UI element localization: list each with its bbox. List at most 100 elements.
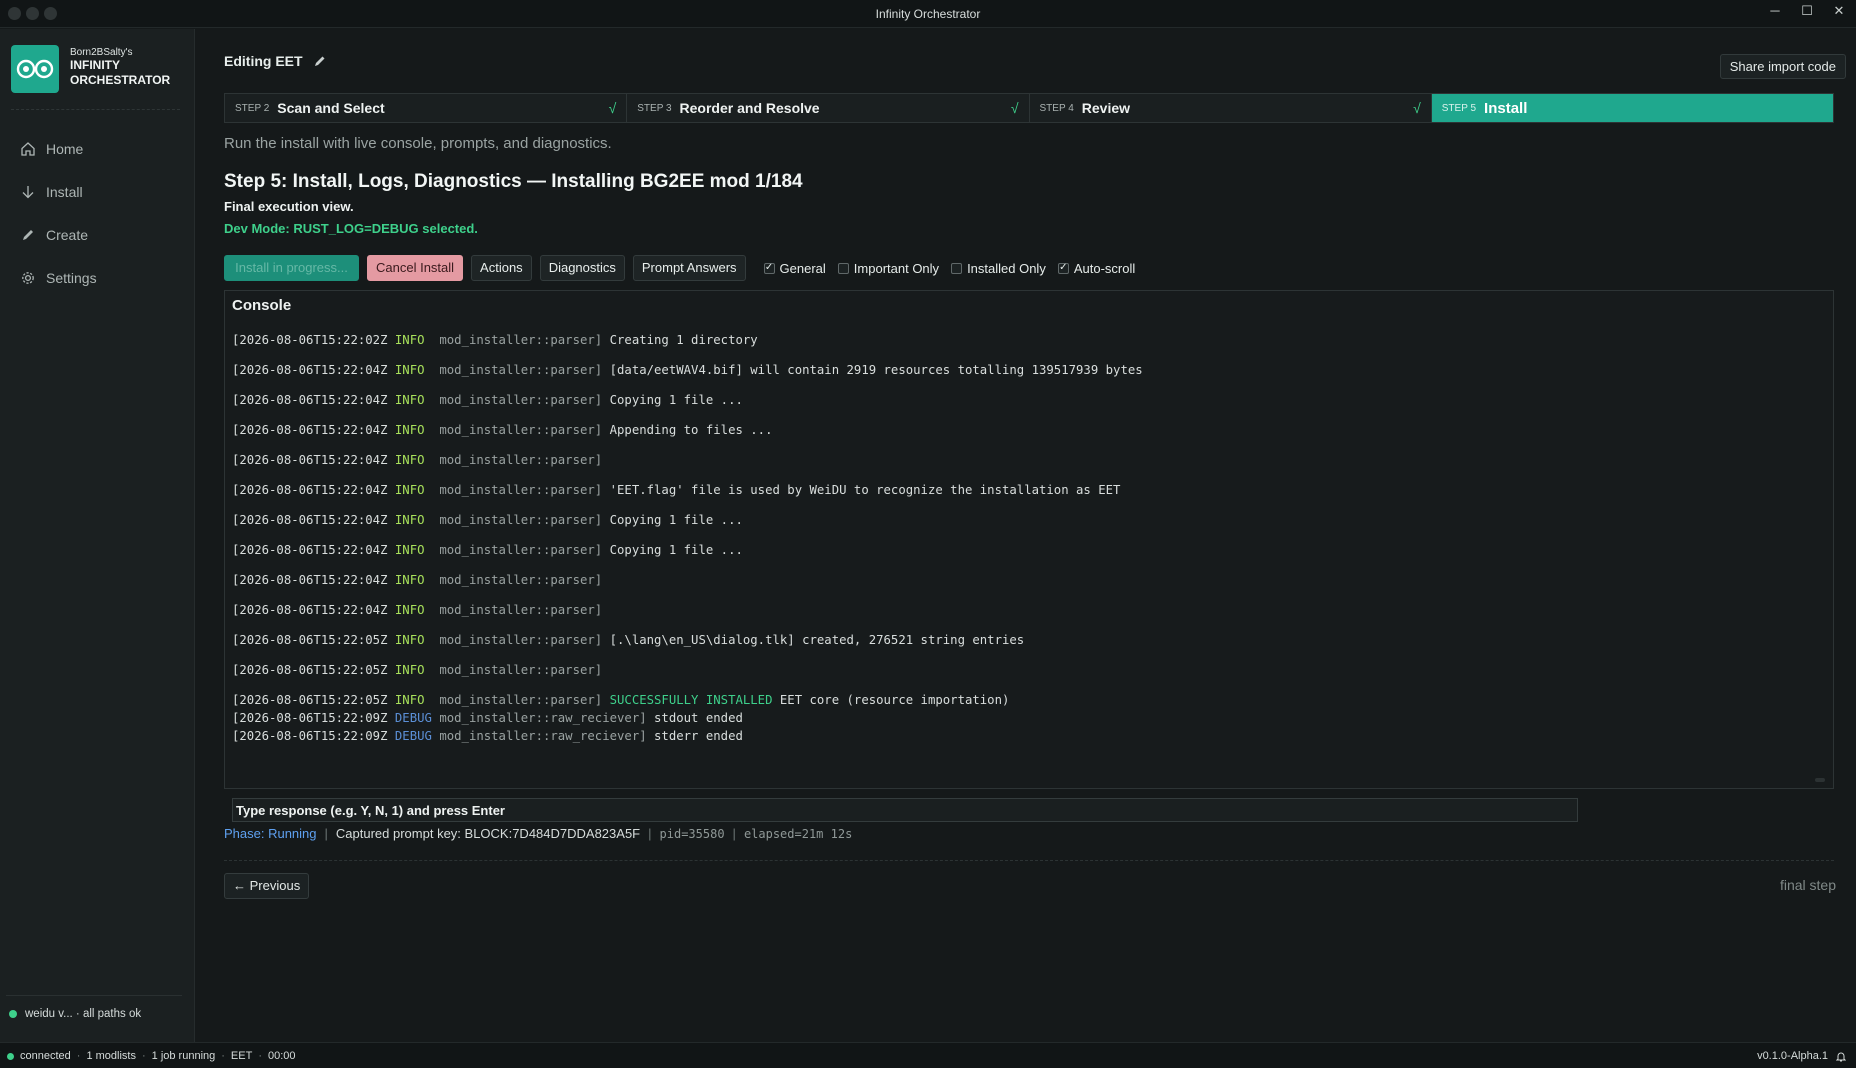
status-dot-icon xyxy=(9,1010,17,1018)
log-level: INFO xyxy=(394,513,425,527)
previous-button[interactable]: ← Previous xyxy=(224,873,310,899)
log-level: INFO xyxy=(394,453,425,467)
tab-step-5[interactable]: STEP 5 Install xyxy=(1431,94,1833,122)
final-step-label: final step xyxy=(1779,877,1836,893)
tab-step-2[interactable]: STEP 2 Scan and Select √ xyxy=(225,94,628,122)
log-line: [2026-08-06T15:22:04Z INFO mod_installer… xyxy=(232,361,1833,379)
sidebar-item-install[interactable]: Install xyxy=(20,170,97,213)
sidebar-item-create[interactable]: Create xyxy=(20,213,97,256)
log-level: DEBUG xyxy=(394,729,432,743)
log-message: stdout ended xyxy=(654,711,743,725)
log-timestamp: [2026-08-06T15:22:04Z xyxy=(232,423,388,437)
captured-prompt-key: Captured prompt key: BLOCK:7D484D7DDA823… xyxy=(335,826,641,841)
edit-pencil-icon[interactable] xyxy=(313,54,327,68)
check-icon: √ xyxy=(608,100,617,116)
page-title: Step 5: Install, Logs, Diagnostics — Ins… xyxy=(224,171,803,192)
log-timestamp: [2026-08-06T15:22:04Z xyxy=(232,573,388,587)
log-level: INFO xyxy=(394,423,425,437)
log-line: [2026-08-06T15:22:04Z INFO mod_installer… xyxy=(232,601,1833,619)
sidebar-item-home[interactable]: Home xyxy=(20,127,97,170)
log-timestamp: [2026-08-06T15:22:09Z xyxy=(232,711,388,725)
pencil-icon xyxy=(23,229,33,240)
prompt-answers-button[interactable]: Prompt Answers xyxy=(632,255,746,281)
check-icon: √ xyxy=(1413,100,1421,116)
filter-installed-only-checkbox[interactable]: Installed Only xyxy=(951,261,1046,276)
console-title: Console xyxy=(232,297,292,314)
actions-button[interactable]: Actions xyxy=(471,255,532,281)
log-module: mod_installer::parser] xyxy=(439,393,603,407)
log-timestamp: [2026-08-06T15:22:04Z xyxy=(232,393,388,407)
filter-general-checkbox[interactable]: ✓ General xyxy=(763,260,826,276)
cancel-install-button[interactable]: Cancel Install xyxy=(367,255,464,281)
maximize-icon[interactable]: ☐ xyxy=(1800,3,1814,19)
minimize-icon[interactable]: ─ xyxy=(1768,3,1782,19)
sidebar-divider xyxy=(11,109,180,110)
step-tabs: STEP 2 Scan and Select √ STEP 3 Reorder … xyxy=(224,93,1834,123)
check-icon: √ xyxy=(1010,100,1019,116)
diagnostics-button[interactable]: Diagnostics xyxy=(539,255,625,281)
log-timestamp: [2026-08-06T15:22:02Z xyxy=(232,333,388,347)
separator: | xyxy=(324,826,328,841)
log-module: mod_installer::parser] xyxy=(439,693,603,707)
console-log[interactable]: [2026-08-06T15:22:02Z INFO mod_installer… xyxy=(232,319,1833,788)
log-module: mod_installer::parser] xyxy=(439,663,603,677)
separator: | xyxy=(732,826,736,841)
checkbox-checked-icon: ✓ xyxy=(1057,262,1069,274)
log-level: INFO xyxy=(394,693,425,707)
app-logo xyxy=(11,45,59,93)
gear-icon xyxy=(22,271,34,284)
log-module: mod_installer::parser] xyxy=(439,363,603,377)
log-timestamp: [2026-08-06T15:22:05Z xyxy=(232,633,388,647)
connection-dot-icon xyxy=(7,1052,14,1060)
tab-step-3[interactable]: STEP 3 Reorder and Resolve √ xyxy=(627,94,1030,122)
version-label: v0.1.0-Alpha.1 xyxy=(1757,1050,1828,1062)
log-line: [2026-08-06T15:22:05Z INFO mod_installer… xyxy=(232,631,1833,649)
install-in-progress-button[interactable]: Install in progress... xyxy=(224,255,359,281)
log-line: [2026-08-06T15:22:04Z INFO mod_installer… xyxy=(232,451,1833,469)
tab-step-4[interactable]: STEP 4 Review √ xyxy=(1029,94,1432,122)
console-scrollbar[interactable] xyxy=(1815,778,1825,782)
pid-value: pid=35580 xyxy=(659,826,725,841)
sidebar-nav: Home Install Create Settings xyxy=(20,127,97,299)
dev-mode-label: Dev Mode: RUST_LOG=DEBUG selected. xyxy=(224,221,478,236)
step-number: STEP 5 xyxy=(1441,102,1477,114)
step-label: Scan and Select xyxy=(277,100,385,116)
auto-scroll-checkbox[interactable]: ✓ Auto-scroll xyxy=(1057,260,1136,276)
log-level: INFO xyxy=(394,483,425,497)
brand-name-line2: ORCHESTRATOR xyxy=(70,73,171,87)
checkbox-unchecked-icon xyxy=(951,262,963,274)
console-panel[interactable]: Console [2026-08-06T15:22:02Z INFO mod_i… xyxy=(224,290,1834,789)
log-level: DEBUG xyxy=(394,711,432,725)
log-module: mod_installer::parser] xyxy=(439,423,603,437)
log-timestamp: [2026-08-06T15:22:04Z xyxy=(232,603,388,617)
modlists-count: 1 modlists xyxy=(86,1050,136,1062)
checkbox-label: Auto-scroll xyxy=(1073,260,1136,276)
log-line: [2026-08-06T15:22:04Z INFO mod_installer… xyxy=(232,511,1833,529)
log-line-partial xyxy=(232,319,1833,325)
step-number: STEP 2 xyxy=(235,102,270,114)
main-content: Editing EET Share import code STEP 2 Sca… xyxy=(196,29,1856,1042)
checkbox-label: General xyxy=(779,260,826,276)
log-line: [2026-08-06T15:22:04Z INFO mod_installer… xyxy=(232,391,1833,409)
prompt-response-input[interactable] xyxy=(232,798,1578,822)
jobs-running: 1 job running xyxy=(151,1050,216,1062)
app-title: Infinity Orchestrator xyxy=(875,7,981,21)
sidebar-item-label: Create xyxy=(46,226,89,243)
sidebar-item-label: Settings xyxy=(46,269,97,286)
close-icon[interactable]: ✕ xyxy=(1832,3,1846,19)
log-module: mod_installer::parser] xyxy=(439,453,603,467)
sidebar-item-settings[interactable]: Settings xyxy=(20,256,97,299)
checkbox-unchecked-icon xyxy=(837,262,849,274)
log-level: INFO xyxy=(394,633,425,647)
bell-icon[interactable] xyxy=(1836,1051,1846,1062)
sidebar-divider xyxy=(6,995,182,996)
editing-title: Editing EET xyxy=(224,53,327,69)
share-import-code-button[interactable]: Share import code xyxy=(1719,54,1846,79)
brand-owner: Born2BSalty's xyxy=(70,47,133,58)
separator: | xyxy=(648,826,652,841)
log-timestamp: [2026-08-06T15:22:04Z xyxy=(232,363,388,377)
log-line: [2026-08-06T15:22:05Z INFO mod_installer… xyxy=(232,691,1833,709)
home-icon xyxy=(21,141,35,156)
filter-important-only-checkbox[interactable]: Important Only xyxy=(837,261,939,276)
step-label: Reorder and Resolve xyxy=(679,100,820,116)
